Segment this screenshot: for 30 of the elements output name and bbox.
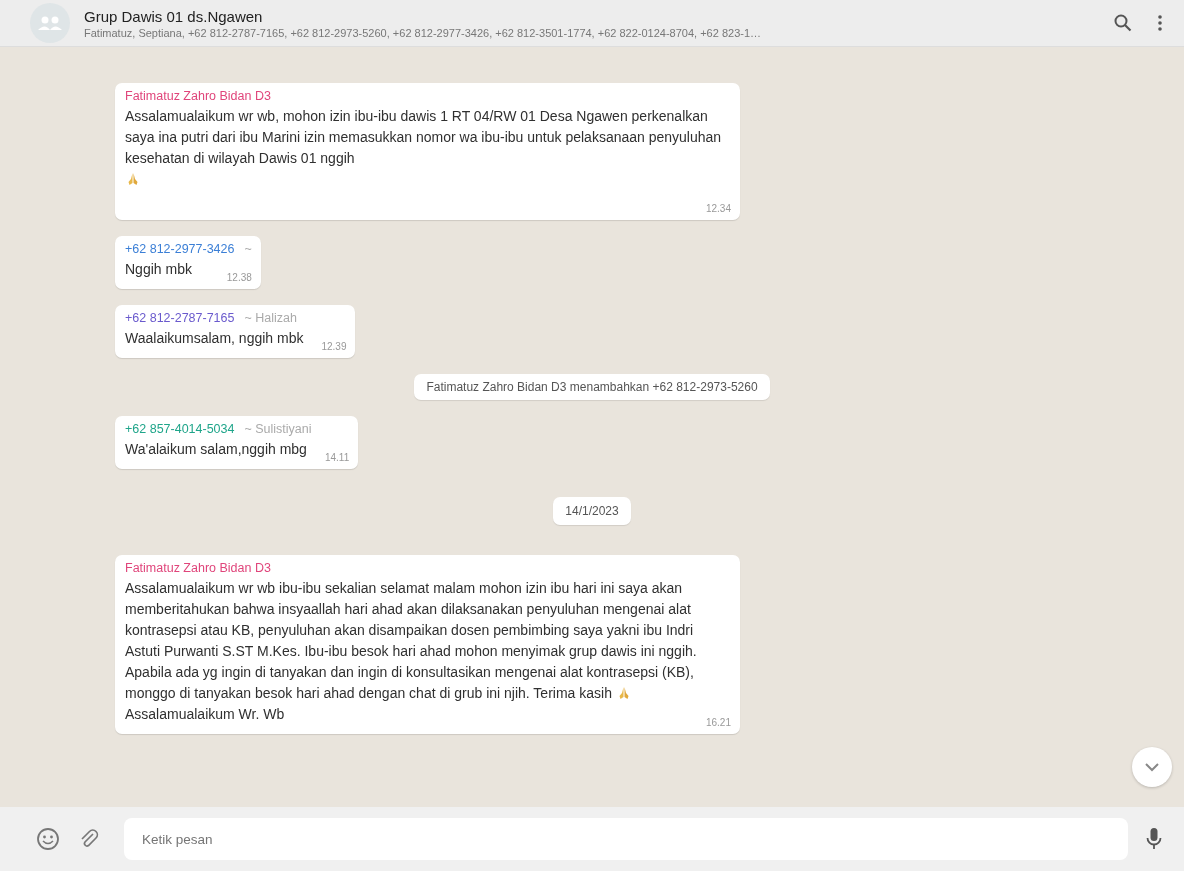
sender-name: +62 812-2787-7165: [125, 311, 235, 325]
message-time: 12.39: [321, 340, 347, 354]
message-text: Nggih mbk: [125, 261, 192, 277]
participants-list: Fatimatuz, Septiana, +62 812-2787-7165, +62 812-2973-5260, +62 812-2977-3426, +62 812-3501-1774, +62 822-0124-8704, +62 823-1…: [84, 26, 1100, 39]
message-input[interactable]: Ketik pesan: [124, 818, 1128, 860]
message-time: 14.11: [324, 451, 350, 465]
sender-name: Fatimatuz Zahro Bidan D3: [125, 89, 271, 103]
sender-name: +62 812-2977-3426: [125, 242, 235, 256]
chevron-down-icon: [1145, 762, 1159, 772]
emoji-button[interactable]: [36, 827, 60, 851]
message-text: Assalamualaikum wr wb, mohon izin ibu-ibu dawis 1 RT 04/RW 01 Desa Ngawen perkenalkan saya ina putri dari ibu Marini izin memasukkan nomor wa ibu-ibu untuk pelaksanaan penyuluhan kesehatan di wilayah Dawis 01 nggih: [125, 108, 722, 166]
scroll-down-button[interactable]: [1132, 747, 1172, 787]
microphone-button[interactable]: [1146, 827, 1162, 851]
chat-title: Grup Dawis 01 ds.Ngawen: [84, 7, 264, 25]
system-notice: Fatimatuz Zahro Bidan D3 menambahkan +62 812-2973-5260: [414, 374, 770, 400]
message-text: Wa'alaikum salam,nggih mbg: [125, 441, 307, 457]
menu-icon[interactable]: [1158, 15, 1162, 31]
message-text: Assalamualaikum wr wb ibu-ibu sekalian selamat malam mohon izin ibu hari ini saya akan memberitahukan bahwa insyaallah hari ahad akan dilaksanakan penyuluhan mengenai alat kontrasepsi atau KB, penyuluhan akan disampaikan dosen pembimbing saya yakni ibu Indri Astuti Purwanti S.ST M.Kes. Ibu-ibu besok hari ahad mohon menyimak grup dawis ini nggih. Apabila ada yg ingin di tanyakan dan ingin di konsultasikan mengenai alat kontrasepsi (KB), monggo di tanyakan besok hari ahad dengan chat di grub ini njih. Terima kasih: [125, 580, 697, 701]
message-time: 12.38: [226, 271, 252, 285]
search-icon[interactable]: [1114, 14, 1132, 32]
message-text: Assalamualaikum Wr. Wb: [125, 706, 285, 722]
message-text: Waalaikumsalam, nggih mbk: [125, 330, 304, 346]
push-name: ~ Halizah: [244, 311, 297, 325]
sender-name: +62 857-4014-5034: [125, 422, 235, 436]
sender-name: Fatimatuz Zahro Bidan D3: [125, 561, 271, 575]
message-time: 12.34: [705, 202, 731, 216]
date-chip: 14/1/2023: [553, 497, 631, 525]
message-time: 16.21: [705, 716, 731, 730]
push-name: ~ Sulistiyani: [244, 422, 312, 436]
push-name: ~: [244, 242, 252, 256]
